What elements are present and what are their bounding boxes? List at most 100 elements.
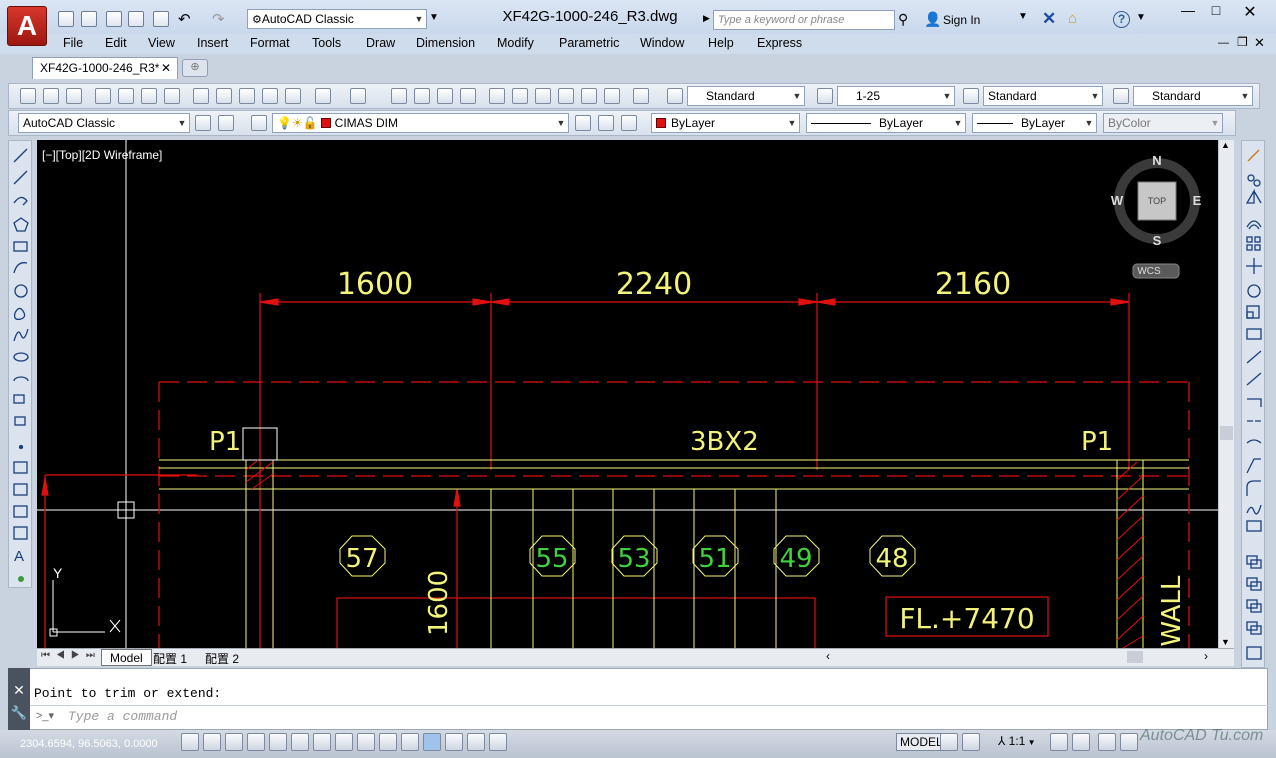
tb-undo-icon[interactable] [315, 88, 331, 104]
menu-parametric[interactable]: Parametric [559, 36, 619, 50]
3d-print-icon[interactable] [164, 88, 180, 104]
menu-tools[interactable]: Tools [312, 36, 341, 50]
menu-format[interactable]: Format [250, 36, 290, 50]
menu-edit[interactable]: Edit [105, 36, 127, 50]
quick-view-drawings-icon[interactable] [962, 733, 980, 751]
doc-minimize-icon[interactable]: — [1218, 37, 1229, 49]
exchange-icon[interactable]: ✕ [1042, 9, 1056, 29]
layout-nav-icons[interactable]: ⏮◀▶⏭ [41, 650, 101, 661]
coordinates-display[interactable]: 2304.6594, 96.5063, 0.0000 [20, 738, 158, 750]
doc-close-icon[interactable]: ✕ [1254, 35, 1265, 51]
pan-icon[interactable] [391, 88, 407, 104]
3dosnap-icon[interactable] [313, 733, 331, 751]
linetype-dropdown[interactable]: ByLayer ▼ [806, 113, 966, 133]
drawing-svg[interactable]: 1600 2240 2160 P1 P1 3BX2 57 55 53 51 49… [37, 140, 1218, 648]
match-properties-icon[interactable] [285, 88, 301, 104]
tab-layout-2[interactable]: 配置 2 [205, 650, 239, 667]
vscroll-thumb[interactable] [1220, 426, 1233, 440]
tool-palettes-icon[interactable] [535, 88, 551, 104]
drawing-canvas[interactable]: 1600 2240 2160 P1 P1 3BX2 57 55 53 51 49… [37, 140, 1218, 648]
signin-dropdown-icon[interactable]: ▼ [1018, 11, 1028, 22]
scroll-up-icon[interactable]: ▲ [1221, 140, 1230, 150]
table-style-dropdown[interactable]: Standard ▼ [983, 86, 1103, 106]
quickcalc-icon[interactable] [604, 88, 620, 104]
workspace-settings-icon[interactable] [195, 115, 211, 131]
new-icon[interactable] [58, 11, 74, 27]
annotation-monitor-icon[interactable] [489, 733, 507, 751]
command-customize-icon[interactable]: 🔧 [8, 705, 30, 721]
search-input[interactable]: Type a keyword or phrase [713, 10, 895, 30]
grid-icon[interactable] [225, 733, 243, 751]
scroll-left-icon[interactable]: ‹ [826, 649, 830, 663]
menu-window[interactable]: Window [640, 36, 684, 50]
command-close-icon[interactable]: ✕ [8, 682, 30, 699]
ortho-icon[interactable] [247, 733, 265, 751]
mleader-style-dropdown[interactable]: Standard ▼ [1133, 86, 1253, 106]
zoom-window-icon[interactable] [437, 88, 453, 104]
workspace-switching-icon[interactable] [1098, 733, 1116, 751]
plotstyle-dropdown[interactable]: ByColor ▼ [1103, 113, 1223, 133]
command-prompt-icon[interactable]: >_▾ [36, 709, 54, 722]
publish-icon[interactable] [141, 88, 157, 104]
tb-plot-icon[interactable] [95, 88, 111, 104]
menu-express[interactable]: Express [757, 36, 802, 50]
save-as-icon[interactable] [128, 11, 144, 27]
make-current-layer-icon[interactable] [575, 115, 591, 131]
command-window-handle[interactable]: ✕ 🔧 [8, 668, 30, 730]
osnap-icon[interactable] [291, 733, 309, 751]
search-expand-icon[interactable]: ▶ [703, 13, 710, 24]
infer-constraints-icon[interactable] [181, 733, 199, 751]
zoom-previous-icon[interactable] [460, 88, 476, 104]
hscroll-thumb[interactable] [1127, 651, 1143, 663]
viewcube[interactable]: TOP N S W E WCS [1111, 153, 1202, 279]
vertical-scrollbar[interactable]: ▲ ▼ [1218, 140, 1234, 648]
command-line[interactable]: >_▾ [30, 705, 1268, 727]
layer-properties-icon[interactable] [251, 115, 267, 131]
doc-restore-icon[interactable]: ❐ [1237, 35, 1248, 49]
help-icon[interactable]: ? [1113, 11, 1130, 28]
markup-icon[interactable] [581, 88, 597, 104]
zoom-realtime-icon[interactable] [414, 88, 430, 104]
menu-insert[interactable]: Insert [197, 36, 228, 50]
store-icon[interactable]: ⌂ [1068, 10, 1077, 27]
undo-icon[interactable]: ↶ [178, 10, 191, 28]
workspace-combo[interactable]: AutoCAD Classic ▼ [18, 113, 190, 133]
tab-model[interactable]: Model [101, 649, 152, 666]
lineweight-icon[interactable] [401, 733, 419, 751]
tb-redo-icon[interactable] [350, 88, 366, 104]
minimize-icon[interactable]: — [1174, 2, 1202, 20]
polar-icon[interactable] [269, 733, 287, 751]
color-dropdown[interactable]: ByLayer ▼ [651, 113, 800, 133]
menu-help[interactable]: Help [708, 36, 734, 50]
selection-cycling-icon[interactable] [467, 733, 485, 751]
sign-in-link[interactable]: Sign In [943, 13, 980, 27]
snap-mode-icon[interactable] [203, 733, 221, 751]
layer-state-icon[interactable] [621, 115, 637, 131]
tb-save-icon[interactable] [66, 88, 82, 104]
autocad-logo-button[interactable]: A [7, 6, 47, 46]
lineweight-dropdown[interactable]: ByLayer ▼ [972, 113, 1097, 133]
dim-style-dropdown[interactable]: 1-25 ▼ [837, 86, 955, 106]
cut-icon[interactable] [193, 88, 209, 104]
quick-view-layouts-icon[interactable] [940, 733, 958, 751]
quick-properties-icon[interactable] [445, 733, 463, 751]
layer-dropdown[interactable]: 💡☀🔓 CIMAS DIM ▼ [272, 113, 569, 133]
annotation-scale[interactable]: ⅄ 1:1 ▼ [998, 734, 1036, 748]
scroll-down-icon[interactable]: ▼ [1221, 637, 1230, 647]
menu-draw[interactable]: Draw [366, 36, 395, 50]
tb-help-icon[interactable] [633, 88, 649, 104]
workspace-dropdown[interactable]: ⚙AutoCAD Classic ▼ [247, 9, 427, 29]
tab-layout-1[interactable]: 配置 1 [153, 650, 187, 667]
otrack-icon[interactable] [335, 733, 353, 751]
sheet-set-icon[interactable] [558, 88, 574, 104]
design-center-icon[interactable] [512, 88, 528, 104]
new-tab-button[interactable]: ⊕ [182, 59, 208, 77]
layer-previous-icon[interactable] [598, 115, 614, 131]
autoscale-icon[interactable] [1072, 733, 1090, 751]
ducs-icon[interactable] [357, 733, 375, 751]
tab-close-icon[interactable]: ✕ [161, 58, 171, 78]
menu-modify[interactable]: Modify [497, 36, 534, 50]
workspace-save-icon[interactable] [218, 115, 234, 131]
scroll-right-icon[interactable]: › [1204, 649, 1208, 663]
paste-icon[interactable] [239, 88, 255, 104]
